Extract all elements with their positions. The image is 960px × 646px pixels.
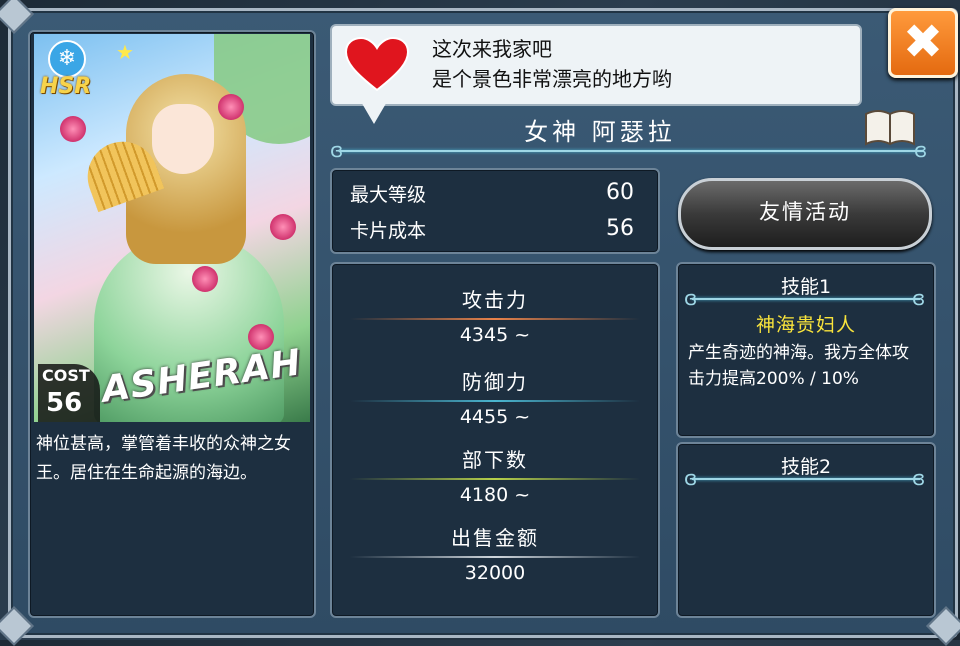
max-level-row: 最大等级 60 <box>350 180 646 207</box>
curl-ornament: ɞ <box>912 286 926 310</box>
attack-label: 攻击力 <box>462 288 528 312</box>
curl-ornament: ɞ <box>330 138 344 162</box>
skill2-divider <box>692 478 920 480</box>
dialog-line-2: 是个景色非常漂亮的地方哟 <box>432 67 672 91</box>
star-icon: ★ <box>116 40 134 64</box>
character-title: 女神 阿瑟拉 <box>524 118 676 146</box>
dialog-text: 这次来我家吧 是个景色非常漂亮的地方哟 <box>432 34 672 94</box>
max-level-value: 60 <box>606 180 634 205</box>
max-level-label: 最大等级 <box>350 184 427 206</box>
rose-icon <box>60 116 86 142</box>
defense-value: 4455 ~ <box>459 406 531 428</box>
cost-badge: COST 56 <box>38 364 100 422</box>
subordinates-divider <box>350 478 640 480</box>
skill1-description: 产生奇迹的神海。我方全体攻击力提高200% / 10% <box>688 343 909 389</box>
subordinates-label: 部下数 <box>462 448 528 472</box>
cost-label: COST <box>42 366 90 385</box>
defense-divider <box>350 400 640 402</box>
face-graphic <box>152 104 214 174</box>
heart-icon <box>344 36 410 92</box>
defense-label: 防御力 <box>462 370 528 394</box>
close-button[interactable]: ✖ <box>888 8 958 78</box>
stats-panel: 攻击力 4345 ~ 防御力 4455 ~ 部下数 4180 ~ 出售金额 32… <box>330 262 660 618</box>
curl-ornament: ɞ <box>684 286 698 310</box>
attack-divider <box>350 318 640 320</box>
card-artwork[interactable]: ❄ HSR ★ ASHERAH COST 56 <box>34 34 310 422</box>
rose-icon <box>192 266 218 292</box>
rose-icon <box>218 94 244 120</box>
skill1-header: 技能1 <box>780 276 832 298</box>
skill1-divider <box>692 298 920 300</box>
rarity-text: HSR <box>40 74 92 99</box>
skill1-panel: 技能1 ɞ ɞ 神海贵妇人 产生奇迹的神海。我方全体攻击力提高200% / 10… <box>676 262 936 438</box>
curl-ornament: ɞ <box>914 138 928 162</box>
card-cost-label: 卡片成本 <box>350 220 427 242</box>
rarity-badge: ❄ HSR <box>40 40 98 102</box>
skill2-header: 技能2 <box>780 456 832 478</box>
title-divider <box>340 150 924 152</box>
friend-activity-button[interactable]: 友情活动 <box>678 178 932 250</box>
book-icon[interactable] <box>862 106 918 150</box>
card-cost-value: 56 <box>606 216 634 241</box>
curl-ornament: ɞ <box>684 466 698 490</box>
snowflake-icon: ❄ <box>48 40 86 78</box>
card-cost-row: 卡片成本 56 <box>350 216 646 243</box>
speech-bubble-tail <box>360 100 388 124</box>
card-panel: ❄ HSR ★ ASHERAH COST 56 神位甚高，掌管着丰收的众神之女王… <box>28 30 316 618</box>
sell-price-label: 出售金额 <box>451 526 539 550</box>
subordinates-value: 4180 ~ <box>459 484 531 506</box>
curl-ornament: ɞ <box>912 466 926 490</box>
card-description: 神位甚高，掌管着丰收的众神之女王。居住在生命起源的海边。 <box>36 434 291 483</box>
skill2-panel: 技能2 ɞ ɞ <box>676 442 936 618</box>
rose-icon <box>270 214 296 240</box>
sell-price-value: 32000 <box>464 562 526 584</box>
attack-value: 4345 ~ <box>459 324 531 346</box>
cost-value: 56 <box>46 388 83 418</box>
summary-panel: 最大等级 60 卡片成本 56 <box>330 168 660 254</box>
dialog-line-1: 这次来我家吧 <box>432 37 552 61</box>
sell-divider <box>350 556 640 558</box>
skill1-name: 神海贵妇人 <box>755 314 856 336</box>
